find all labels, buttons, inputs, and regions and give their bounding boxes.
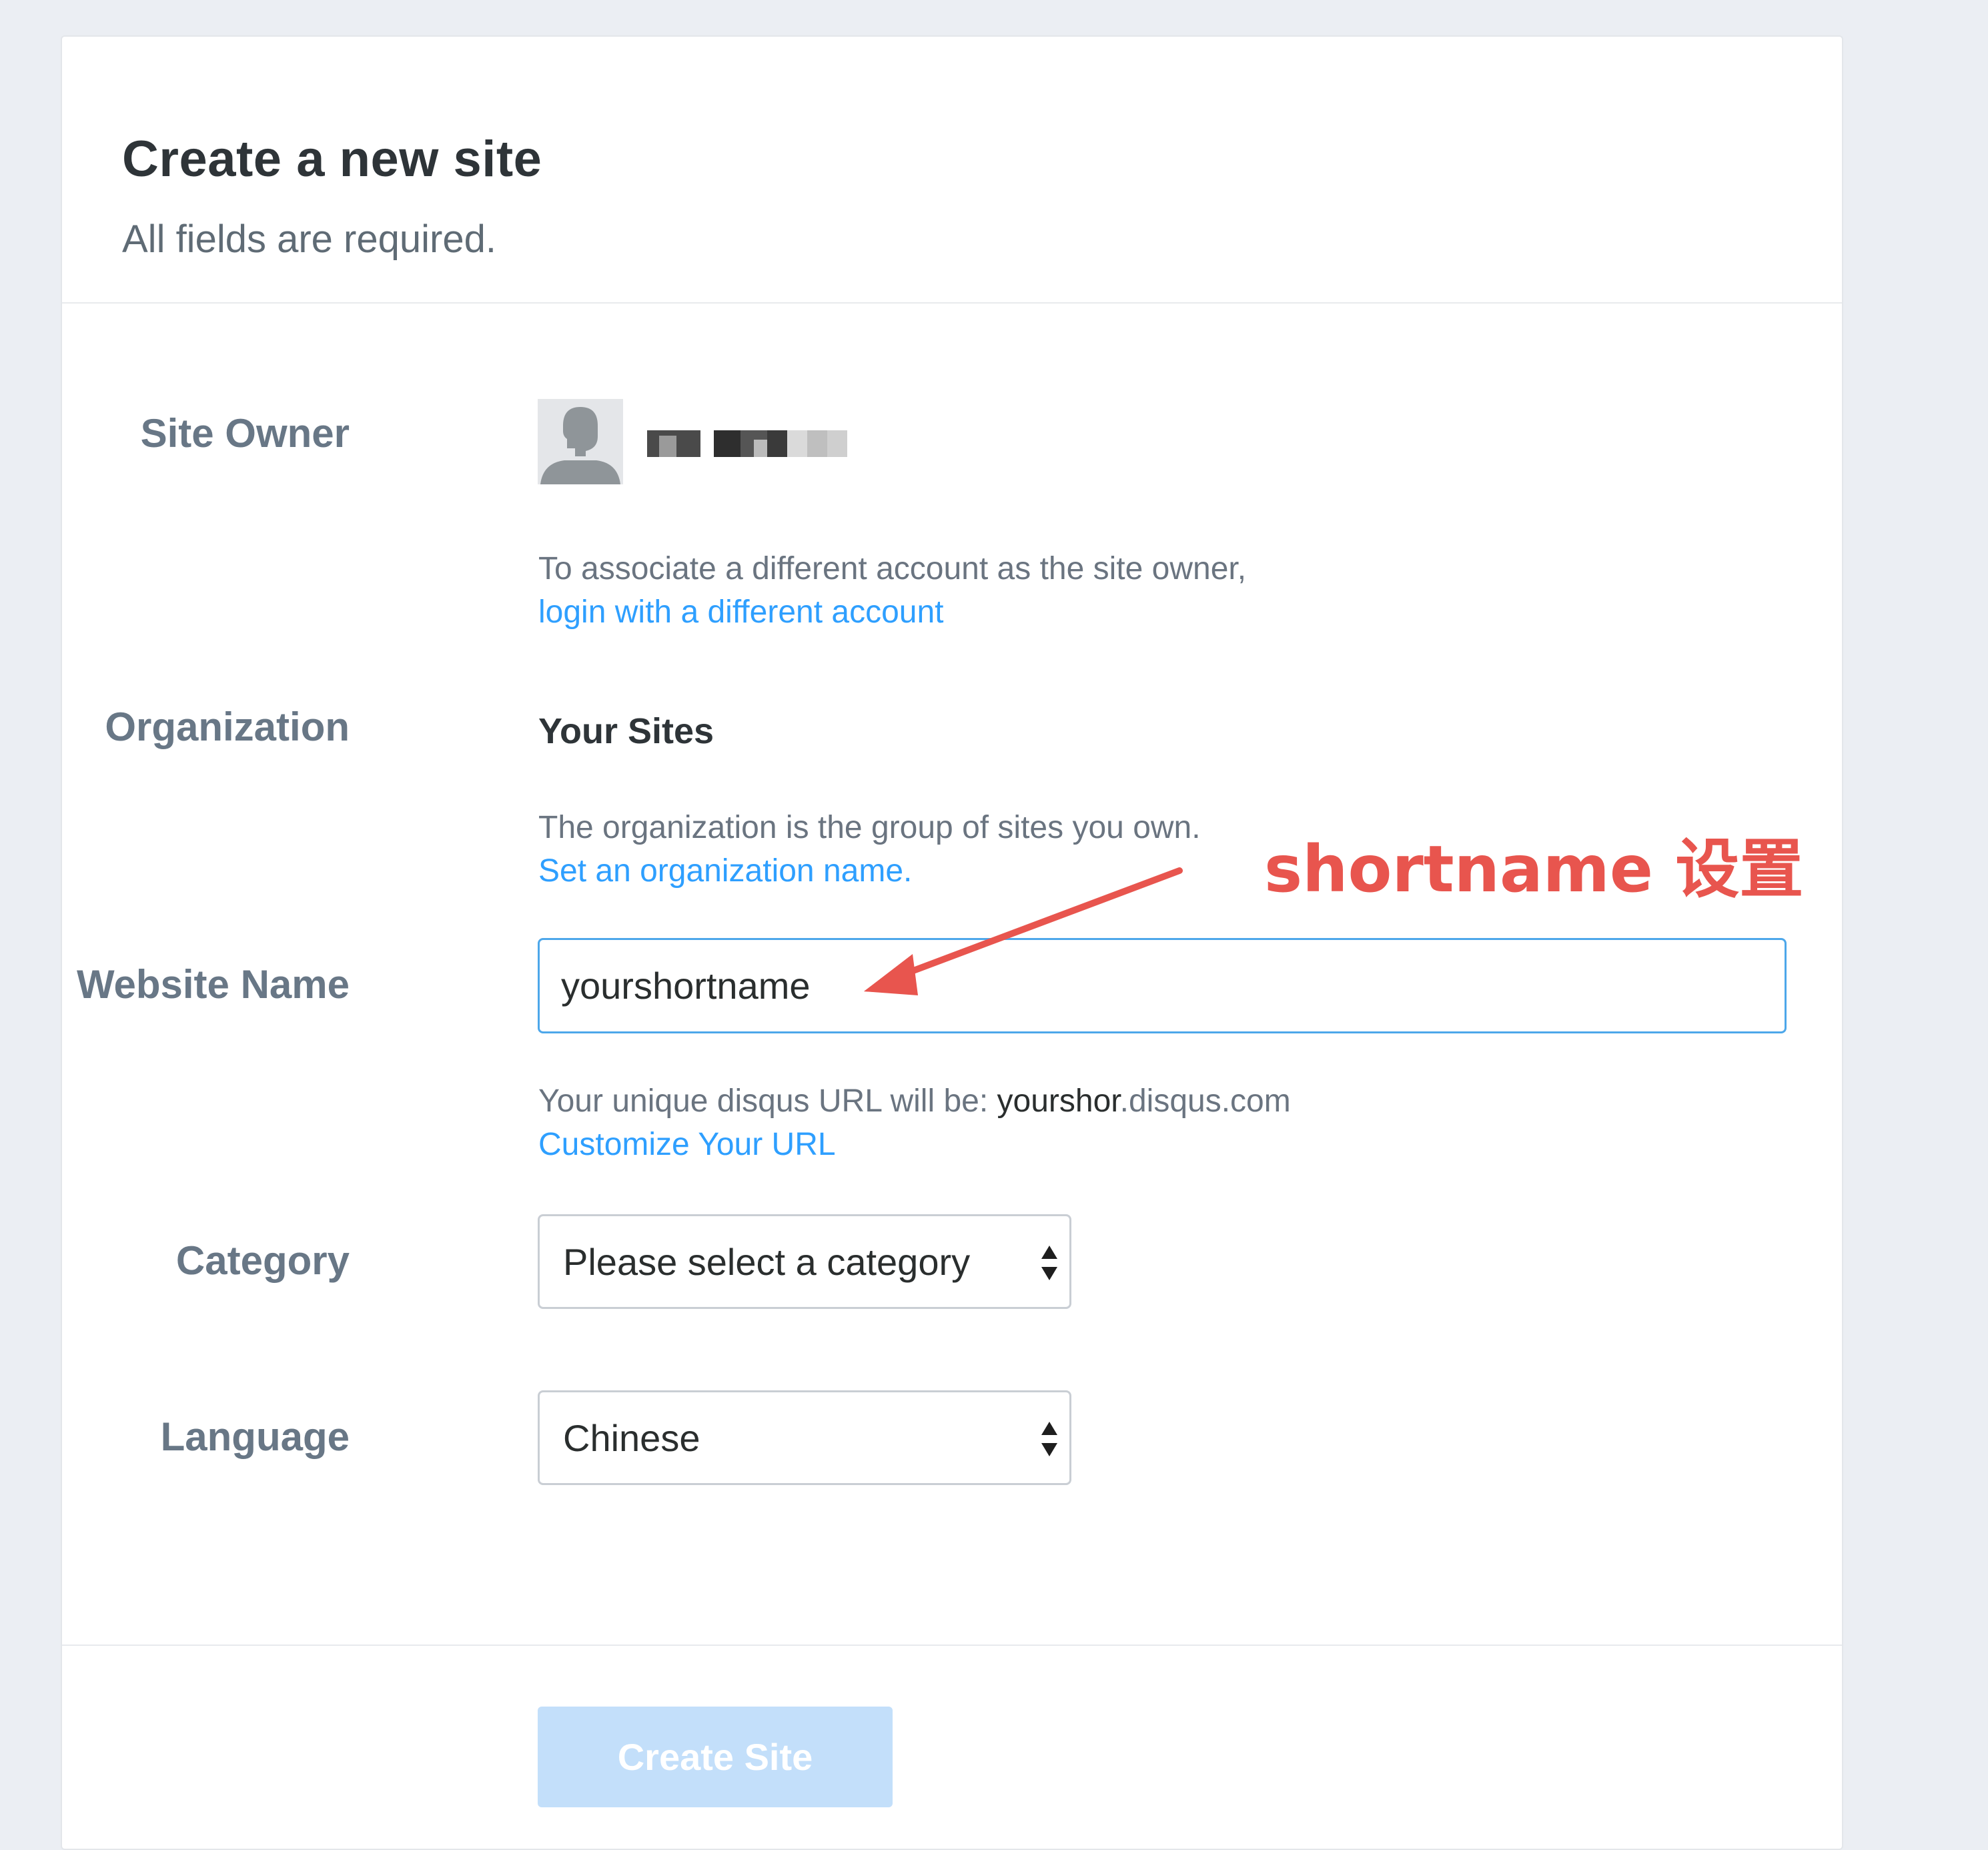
unique-url-text: Your unique disqus URL will be: yourshor… — [538, 1083, 1291, 1119]
create-site-card: Create a new site All fields are require… — [61, 35, 1843, 1850]
card-header: Create a new site All fields are require… — [62, 37, 1842, 304]
url-shortname: yourshor — [997, 1083, 1120, 1119]
owner-name-redacted — [647, 430, 847, 457]
url-suffix: .disqus.com — [1119, 1083, 1291, 1119]
website-name-label: Website Name — [76, 962, 350, 1007]
page-subtitle: All fields are required. — [122, 217, 496, 261]
customize-url-link[interactable]: Customize Your URL — [538, 1126, 836, 1163]
language-label: Language — [160, 1414, 350, 1459]
organization-label: Organization — [105, 705, 350, 749]
page-title: Create a new site — [122, 131, 542, 187]
language-select[interactable]: Chinese — [538, 1390, 1071, 1485]
website-name-input[interactable] — [538, 938, 1787, 1033]
language-selected-value: Chinese — [563, 1417, 700, 1459]
select-arrows-icon — [1041, 1422, 1057, 1456]
organization-help-text: The organization is the group of sites y… — [538, 810, 1201, 845]
category-select[interactable]: Please select a category — [538, 1214, 1071, 1309]
avatar-placeholder-icon — [538, 399, 623, 484]
site-owner-label: Site Owner — [140, 411, 350, 456]
set-organization-name-link[interactable]: Set an organization name. — [538, 853, 912, 889]
category-label: Category — [175, 1238, 350, 1283]
footer-divider — [62, 1645, 1842, 1646]
annotation-label: shortname 设置 — [1264, 832, 1804, 907]
login-different-account-link[interactable]: login with a different account — [538, 594, 944, 630]
select-arrows-icon — [1041, 1246, 1057, 1280]
create-site-button[interactable]: Create Site — [538, 1707, 893, 1807]
avatar — [538, 399, 623, 484]
url-prefix: Your unique disqus URL will be: — [538, 1083, 997, 1119]
organization-value: Your Sites — [538, 711, 714, 751]
site-owner-help-text: To associate a different account as the … — [538, 551, 1247, 586]
category-selected-value: Please select a category — [563, 1241, 971, 1283]
